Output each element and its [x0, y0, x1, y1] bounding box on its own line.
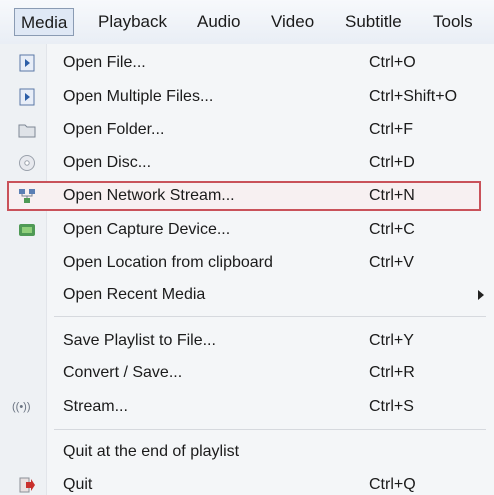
menu-item-open-recent-media[interactable]: Open Recent Media [0, 280, 494, 310]
menu-media[interactable]: Media [14, 8, 75, 36]
menu-item-shortcut: Ctrl+D [369, 154, 415, 171]
menu-item-label: Stream... [63, 398, 128, 415]
menu-item-open-multiple-files[interactable]: Open Multiple Files... Ctrl+Shift+O [0, 82, 494, 112]
menu-audio[interactable]: Audio [197, 8, 240, 36]
files-play-icon [19, 88, 35, 106]
menu-item-shortcut: Ctrl+S [369, 398, 414, 415]
menu-item-label: Open Disc... [63, 154, 152, 171]
file-play-icon [19, 54, 35, 72]
capture-device-icon [19, 224, 35, 236]
media-dropdown-menu: Open File... Ctrl+O Open Multiple Files.… [0, 44, 494, 495]
disc-icon [19, 155, 35, 171]
menu-item-quit-end-of-playlist[interactable]: Quit at the end of playlist [0, 437, 494, 467]
menu-item-shortcut: Ctrl+R [369, 364, 415, 381]
folder-icon [18, 124, 36, 138]
menu-item-open-file[interactable]: Open File... Ctrl+O [0, 48, 494, 78]
menu-item-open-disc[interactable]: Open Disc... Ctrl+D [0, 148, 494, 178]
menu-item-label: Open Multiple Files... [63, 88, 214, 105]
menu-item-shortcut: Ctrl+N [369, 187, 415, 204]
menu-item-label: Open File... [63, 54, 146, 71]
menu-item-label: Open Location from clipboard [63, 254, 273, 271]
menu-item-save-playlist[interactable]: Save Playlist to File... Ctrl+Y [0, 326, 494, 356]
menu-item-label: Open Folder... [63, 121, 165, 138]
menu-item-open-folder[interactable]: Open Folder... Ctrl+F [0, 115, 494, 145]
submenu-arrow-icon [478, 290, 484, 300]
menu-playback[interactable]: Playback [98, 8, 167, 36]
menu-item-label: Convert / Save... [63, 364, 183, 381]
stream-icon: ((•)) [12, 401, 31, 413]
menu-item-label: Open Capture Device... [63, 221, 231, 238]
menu-separator [54, 429, 486, 430]
menu-item-stream[interactable]: ((•)) Stream... Ctrl+S [0, 392, 494, 422]
menu-subtitle[interactable]: Subtitle [345, 8, 402, 36]
menu-item-shortcut: Ctrl+F [369, 121, 413, 138]
menu-item-quit[interactable]: Quit Ctrl+Q [0, 470, 494, 495]
menu-item-label: Quit at the end of playlist [63, 443, 240, 460]
vlc-media-menu-screen: Media Playback Audio Video Subtitle Tool… [0, 0, 494, 495]
menu-item-shortcut: Ctrl+Shift+O [369, 88, 458, 105]
menu-item-label: Save Playlist to File... [63, 332, 216, 349]
menu-separator [54, 316, 486, 317]
menu-item-label: Open Network Stream... [63, 187, 235, 204]
menu-item-open-location-clipboard[interactable]: Open Location from clipboard Ctrl+V [0, 248, 494, 278]
menu-item-shortcut: Ctrl+O [369, 54, 416, 71]
menu-item-shortcut: Ctrl+C [369, 221, 415, 238]
menu-item-open-network-stream[interactable]: Open Network Stream... Ctrl+N [7, 181, 481, 211]
menu-tools[interactable]: Tools [433, 8, 473, 36]
menu-video[interactable]: Video [271, 8, 314, 36]
quit-icon [19, 477, 35, 493]
menu-item-shortcut: Ctrl+Q [369, 476, 416, 493]
menu-item-shortcut: Ctrl+V [369, 254, 414, 271]
menu-item-open-capture-device[interactable]: Open Capture Device... Ctrl+C [0, 215, 494, 245]
menu-item-shortcut: Ctrl+Y [369, 332, 414, 349]
network-icon [19, 189, 35, 203]
menu-bar: Media Playback Audio Video Subtitle Tool… [0, 0, 494, 45]
menu-item-label: Open Recent Media [63, 286, 206, 303]
menu-item-label: Quit [63, 476, 93, 493]
menu-item-convert-save[interactable]: Convert / Save... Ctrl+R [0, 358, 494, 388]
